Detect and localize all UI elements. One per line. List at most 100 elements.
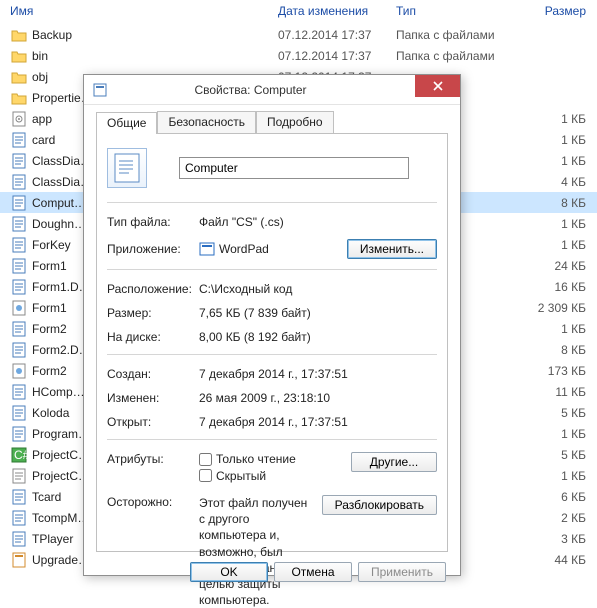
file-type: Папка с файлами bbox=[396, 28, 506, 42]
filename-input[interactable] bbox=[179, 157, 409, 179]
accessed-label: Открыт: bbox=[107, 415, 199, 429]
properties-dialog: Свойства: Computer Общие Безопасность По… bbox=[83, 74, 461, 576]
file-name: bin bbox=[32, 49, 278, 63]
file-size: 1 КБ bbox=[506, 469, 586, 483]
file-icon bbox=[10, 552, 28, 568]
file-size: 6 КБ bbox=[506, 490, 586, 504]
file-name: Backup bbox=[32, 28, 278, 42]
file-icon bbox=[10, 111, 28, 127]
apply-button[interactable]: Применить bbox=[358, 562, 446, 582]
attributes-label: Атрибуты: bbox=[107, 452, 199, 466]
tab-security[interactable]: Безопасность bbox=[157, 111, 256, 133]
file-type-icon bbox=[107, 148, 147, 188]
col-date[interactable]: Дата изменения bbox=[278, 4, 396, 18]
wordpad-icon bbox=[199, 241, 215, 257]
file-size: 1 КБ bbox=[506, 112, 586, 126]
security-warning-text: Этот файл получен с другого компьютера и… bbox=[199, 495, 322, 608]
file-size: 1 КБ bbox=[506, 154, 586, 168]
col-size[interactable]: Размер bbox=[506, 4, 586, 18]
file-icon bbox=[10, 237, 28, 253]
file-icon bbox=[10, 342, 28, 358]
file-icon bbox=[10, 321, 28, 337]
col-type[interactable]: Тип bbox=[396, 4, 506, 18]
window-icon bbox=[92, 82, 108, 98]
file-icon bbox=[10, 531, 28, 547]
file-size: 8 КБ bbox=[506, 343, 586, 357]
file-size: 4 КБ bbox=[506, 175, 586, 189]
size-value: 7,65 КБ (7 839 байт) bbox=[199, 306, 437, 320]
file-icon bbox=[10, 258, 28, 274]
advanced-attributes-button[interactable]: Другие... bbox=[351, 452, 437, 472]
tab-details[interactable]: Подробно bbox=[256, 111, 334, 133]
filetype-value: Файл "CS" (.cs) bbox=[199, 215, 437, 229]
modified-value: 26 мая 2009 г., 23:18:10 bbox=[199, 391, 437, 405]
location-value: C:\Исходный код bbox=[199, 282, 437, 296]
change-app-button[interactable]: Изменить... bbox=[347, 239, 437, 259]
file-size: 173 КБ bbox=[506, 364, 586, 378]
modified-label: Изменен: bbox=[107, 391, 199, 405]
file-icon bbox=[10, 48, 28, 64]
file-type: Папка с файлами bbox=[396, 49, 506, 63]
app-label: Приложение: bbox=[107, 242, 199, 256]
table-row[interactable]: bin07.12.2014 17:37Папка с файлами bbox=[0, 45, 597, 66]
ok-button[interactable]: OK bbox=[190, 562, 268, 582]
file-icon bbox=[10, 216, 28, 232]
file-date: 07.12.2014 17:37 bbox=[278, 28, 396, 42]
unblock-button[interactable]: Разблокировать bbox=[322, 495, 437, 515]
file-icon bbox=[10, 363, 28, 379]
file-size: 1 КБ bbox=[506, 322, 586, 336]
file-size: 2 КБ bbox=[506, 511, 586, 525]
filetype-label: Тип файла: bbox=[107, 215, 199, 229]
sizeondisk-label: На диске: bbox=[107, 330, 199, 344]
close-button[interactable] bbox=[415, 75, 460, 97]
file-icon: C# bbox=[10, 447, 28, 463]
security-warning-label: Осторожно: bbox=[107, 495, 199, 509]
file-icon bbox=[10, 279, 28, 295]
file-date: 07.12.2014 17:37 bbox=[278, 49, 396, 63]
created-label: Создан: bbox=[107, 367, 199, 381]
hidden-checkbox[interactable]: Скрытый bbox=[199, 469, 266, 483]
file-size: 11 КБ bbox=[506, 385, 586, 399]
file-icon bbox=[10, 405, 28, 421]
file-icon bbox=[10, 384, 28, 400]
cancel-button[interactable]: Отмена bbox=[274, 562, 352, 582]
tab-page-general: Тип файла: Файл "CS" (.cs) Приложение: W… bbox=[96, 134, 448, 552]
app-value: WordPad bbox=[219, 242, 269, 256]
readonly-checkbox[interactable]: Только чтение bbox=[199, 452, 296, 466]
tab-general[interactable]: Общие bbox=[96, 112, 157, 134]
file-size: 2 309 КБ bbox=[506, 301, 586, 315]
svg-text:C#: C# bbox=[14, 448, 27, 462]
titlebar[interactable]: Свойства: Computer bbox=[84, 75, 460, 105]
tab-strip: Общие Безопасность Подробно bbox=[96, 111, 448, 134]
file-size: 8 КБ bbox=[506, 196, 586, 210]
col-name[interactable]: Имя bbox=[10, 4, 278, 18]
file-icon bbox=[10, 510, 28, 526]
sizeondisk-value: 8,00 КБ (8 192 байт) bbox=[199, 330, 437, 344]
size-label: Размер: bbox=[107, 306, 199, 320]
file-icon bbox=[10, 90, 28, 106]
file-size: 5 КБ bbox=[506, 448, 586, 462]
file-icon bbox=[10, 300, 28, 316]
file-icon bbox=[10, 27, 28, 43]
file-icon bbox=[10, 426, 28, 442]
file-icon bbox=[10, 153, 28, 169]
file-size: 1 КБ bbox=[506, 133, 586, 147]
file-size: 1 КБ bbox=[506, 217, 586, 231]
file-icon bbox=[10, 174, 28, 190]
file-size: 1 КБ bbox=[506, 238, 586, 252]
created-value: 7 декабря 2014 г., 17:37:51 bbox=[199, 367, 437, 381]
column-headers: Имя Дата изменения Тип Размер bbox=[0, 0, 597, 24]
table-row[interactable]: Backup07.12.2014 17:37Папка с файлами bbox=[0, 24, 597, 45]
file-size: 3 КБ bbox=[506, 532, 586, 546]
file-size: 44 КБ bbox=[506, 553, 586, 567]
file-size: 1 КБ bbox=[506, 427, 586, 441]
file-size: 16 КБ bbox=[506, 280, 586, 294]
file-icon bbox=[10, 69, 28, 85]
file-icon bbox=[10, 468, 28, 484]
window-title: Свойства: Computer bbox=[116, 83, 415, 97]
file-size: 5 КБ bbox=[506, 406, 586, 420]
location-label: Расположение: bbox=[107, 282, 199, 296]
file-icon bbox=[10, 132, 28, 148]
file-size: 24 КБ bbox=[506, 259, 586, 273]
file-icon bbox=[10, 195, 28, 211]
